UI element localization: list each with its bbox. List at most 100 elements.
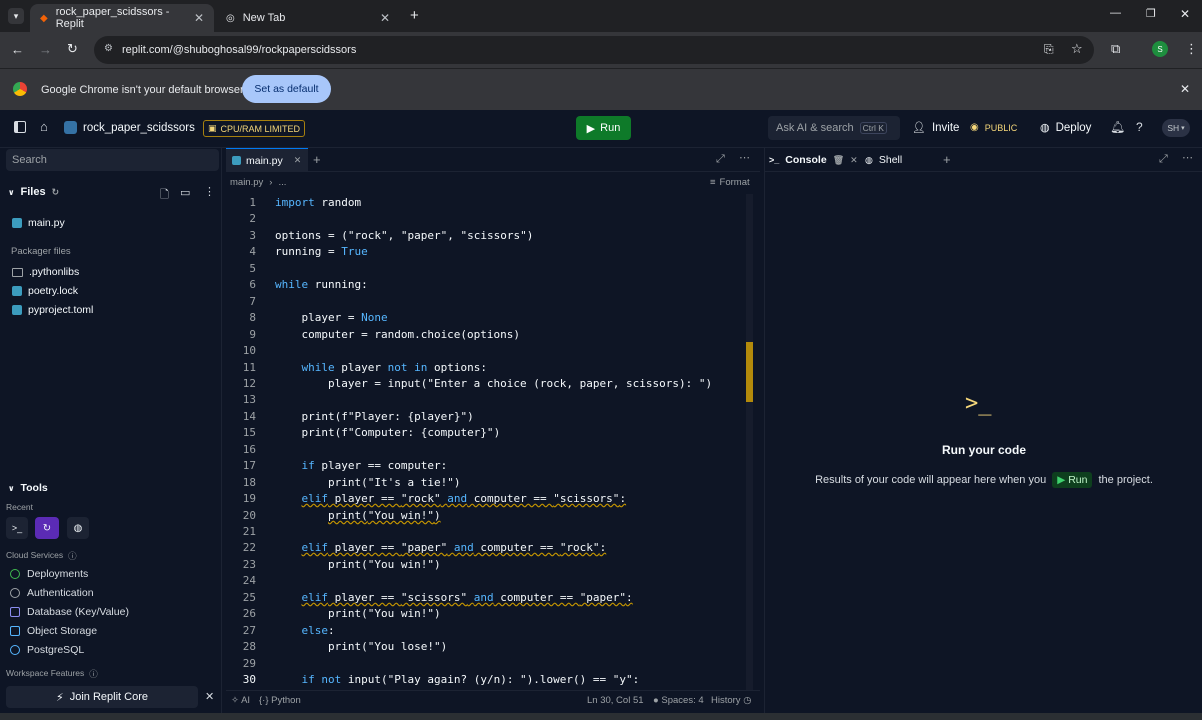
code-line[interactable]: computer = random.choice(options): [275, 328, 520, 341]
service-postgresql[interactable]: PostgreSQL: [10, 644, 84, 656]
expand-icon[interactable]: ⤢: [716, 153, 725, 166]
close-tab-icon[interactable]: ✕: [380, 11, 390, 25]
close-tab-icon[interactable]: ✕: [194, 11, 204, 25]
tab-search-button[interactable]: ▾: [8, 8, 24, 24]
file-item-pyproject[interactable]: pyproject.toml: [12, 304, 93, 316]
site-info-icon[interactable]: ⚙: [104, 43, 113, 54]
code-line[interactable]: if not input("Play again? (y/n): ").lowe…: [275, 673, 640, 686]
code-line[interactable]: print("You win!"): [275, 509, 441, 522]
new-file-icon[interactable]: 🗋︎: [160, 186, 169, 205]
help-icon[interactable]: ?: [1136, 120, 1143, 134]
files-menu-icon[interactable]: ⋮: [204, 185, 215, 198]
code-line[interactable]: print(f"Computer: {computer}"): [275, 426, 500, 439]
language-status[interactable]: {·} Python: [259, 695, 301, 706]
pane-menu-icon[interactable]: ⋯: [739, 151, 750, 164]
recent-console-tool[interactable]: >_: [6, 517, 28, 539]
cursor-position[interactable]: Ln 30, Col 51: [587, 695, 644, 706]
join-core-button[interactable]: ⚡︎ Join Replit Core: [6, 686, 198, 708]
code-line[interactable]: while running:: [275, 278, 368, 291]
breadcrumb-more[interactable]: ...: [278, 177, 286, 188]
format-button[interactable]: ≡ Format: [710, 177, 750, 188]
bell-icon[interactable]: 🔔︎: [1110, 120, 1125, 134]
infobar-message: Google Chrome isn't your default browser: [41, 84, 244, 96]
code-line[interactable]: else:: [275, 624, 335, 637]
forward-icon[interactable]: →: [39, 42, 52, 57]
history-button[interactable]: History ◷: [711, 695, 752, 706]
repl-name-button[interactable]: rock_paper_scidssors: [64, 121, 195, 134]
tab-console[interactable]: >_ Console 🗑︎ ✕: [769, 148, 858, 172]
search-input[interactable]: Search: [6, 149, 219, 171]
code-line[interactable]: options = ("rock", "paper", "scissors"): [275, 229, 533, 242]
python-icon: [64, 121, 77, 134]
code-line[interactable]: running = True: [275, 245, 368, 258]
reload-icon[interactable]: ↻: [67, 41, 78, 57]
bookmark-star-icon[interactable]: ☆: [1071, 41, 1083, 57]
close-infobar-icon[interactable]: ✕: [1180, 82, 1190, 96]
file-item-poetry-lock[interactable]: poetry.lock: [12, 285, 78, 297]
service-deployments[interactable]: Deployments: [10, 568, 88, 580]
code-line[interactable]: print("It's a tie!"): [275, 476, 460, 489]
ai-status[interactable]: ✧ AI: [231, 695, 250, 706]
profile-avatar[interactable]: S: [1152, 41, 1168, 57]
code-line[interactable]: print("You win!"): [275, 558, 441, 571]
restore-icon[interactable]: ❐: [1146, 7, 1156, 20]
install-app-icon[interactable]: ⎘: [1044, 42, 1054, 57]
expand-icon[interactable]: ⤢: [1159, 153, 1168, 166]
recent-agent-tool[interactable]: ↻: [35, 517, 59, 539]
new-editor-tab-icon[interactable]: +: [313, 152, 321, 167]
invite-button[interactable]: 👤︎ Invite: [912, 121, 959, 135]
code-line[interactable]: elif player == "rock" and computer == "s…: [275, 492, 627, 505]
kebab-menu-icon[interactable]: ⋮: [1185, 41, 1198, 57]
service-authentication[interactable]: Authentication: [10, 587, 94, 599]
code-line[interactable]: import random: [275, 196, 361, 209]
user-avatar[interactable]: SH ▾: [1162, 119, 1190, 137]
minimize-icon[interactable]: —: [1110, 7, 1121, 19]
file-item-main-py[interactable]: main.py: [12, 217, 65, 229]
close-tab-icon[interactable]: ✕: [850, 155, 858, 166]
code-line[interactable]: elif player == "scissors" and computer =…: [275, 591, 633, 604]
code-line[interactable]: while player not in options:: [275, 361, 487, 374]
service-object-storage[interactable]: Object Storage: [10, 625, 97, 637]
set-default-button[interactable]: Set as default: [242, 75, 331, 103]
resource-limit-badge[interactable]: ▣ CPU/RAM LIMITED: [203, 120, 306, 137]
tools-header[interactable]: ∨ Tools: [8, 482, 48, 494]
code-line[interactable]: player = input("Enter a choice (rock, pa…: [275, 377, 712, 390]
extensions-icon[interactable]: ⧉: [1111, 41, 1120, 57]
ask-ai-search[interactable]: Ask AI & search Ctrl K: [768, 116, 900, 140]
breadcrumb-file[interactable]: main.py: [230, 177, 263, 188]
tab-shell[interactable]: ◍ Shell: [865, 148, 902, 172]
recent-deploy-tool[interactable]: ◍: [67, 517, 89, 539]
browser-tab-replit[interactable]: ◆ rock_paper_scidssors - Replit ✕: [30, 4, 214, 32]
close-window-icon[interactable]: ✕: [1180, 7, 1190, 21]
code-line[interactable]: print("You lose!"): [275, 640, 447, 653]
close-tab-icon[interactable]: ✕: [294, 155, 302, 166]
address-bar[interactable]: ⚙ replit.com/@shuboghosal99/rockpapersci…: [94, 36, 1094, 64]
code-area[interactable]: 1 import random 2 3 options = ("rock", "pape…: [226, 196, 760, 693]
home-icon[interactable]: ⌂: [40, 119, 48, 134]
scrollbar-thumb[interactable]: [746, 342, 753, 402]
close-promo-icon[interactable]: ✕: [205, 690, 214, 703]
scrollbar-track[interactable]: [746, 194, 753, 690]
new-console-tab-icon[interactable]: +: [943, 152, 951, 167]
public-badge[interactable]: ◉ PUBLIC: [970, 122, 1017, 133]
trash-icon[interactable]: 🗑︎: [833, 155, 844, 166]
code-line[interactable]: print(f"Player: {player}"): [275, 410, 473, 423]
files-header[interactable]: ∨ Files ↻: [8, 186, 59, 198]
tab-main-py[interactable]: main.py ✕: [226, 148, 308, 172]
code-line[interactable]: player = None: [275, 311, 387, 324]
service-database[interactable]: Database (Key/Value): [10, 606, 129, 618]
code-line[interactable]: if player == computer:: [275, 459, 448, 472]
pane-menu-icon[interactable]: ⋯: [1182, 151, 1193, 164]
code-line[interactable]: elif player == "paper" and computer == "…: [275, 541, 607, 554]
new-tab-button[interactable]: +: [410, 7, 419, 24]
new-folder-icon[interactable]: ▭: [180, 186, 190, 199]
indent-status[interactable]: ● Spaces: 4: [653, 695, 704, 706]
file-item-pythonlibs[interactable]: .pythonlibs: [12, 266, 79, 278]
code-line[interactable]: print("You win!"): [275, 607, 441, 620]
browser-tab-new[interactable]: ◎ New Tab ✕: [216, 4, 400, 32]
agent-icon: ↻: [42, 522, 52, 534]
run-button[interactable]: ▶ Run: [576, 116, 631, 140]
deploy-button[interactable]: ◍ Deploy: [1040, 121, 1091, 135]
back-icon[interactable]: ←: [11, 42, 24, 57]
sidebar-toggle-icon[interactable]: [14, 121, 26, 133]
